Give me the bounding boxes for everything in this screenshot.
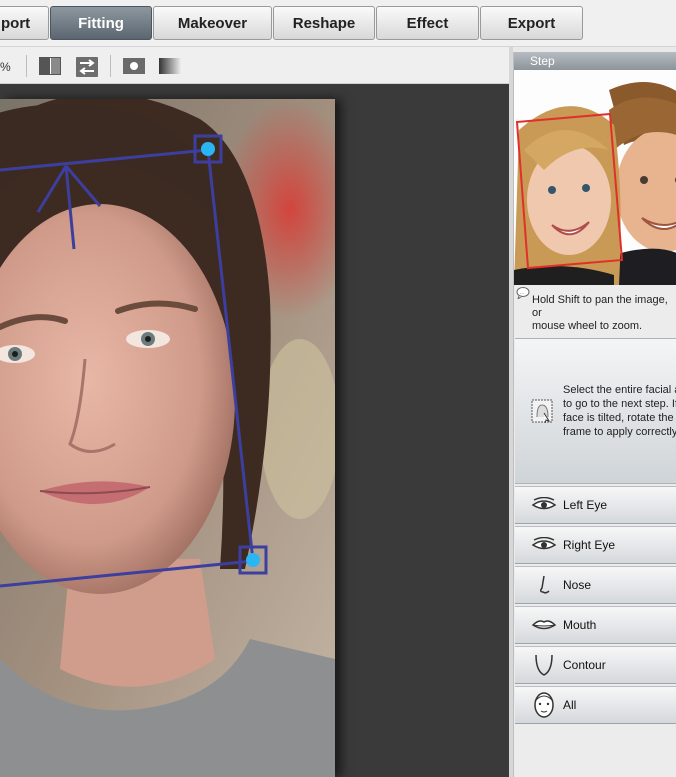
swap-icon[interactable] [76, 57, 98, 77]
rotate-handle[interactable] [193, 134, 223, 164]
gradient-icon[interactable] [159, 57, 181, 75]
face-icon [529, 690, 559, 720]
circle-mask-icon[interactable] [123, 57, 145, 75]
image-canvas[interactable] [0, 84, 509, 777]
tab-effect[interactable]: Effect [376, 6, 479, 40]
instruction-line: face is tilted, rotate the [563, 412, 674, 424]
mouth-icon [529, 610, 559, 640]
feature-label: All [563, 698, 577, 712]
feature-mouth-button[interactable]: Mouth [515, 606, 676, 644]
face-select-icon [531, 399, 553, 428]
feature-label: Nose [563, 578, 592, 592]
hint-line-2: mouse wheel to zoom. [532, 320, 643, 332]
instruction-line: Select the entire facial a [563, 384, 676, 396]
main-tab-bar: port Fitting Makeover Reshape Effect Exp… [0, 0, 676, 47]
feature-nose-button[interactable]: Nose [515, 566, 676, 604]
feature-contour-button[interactable]: Contour [515, 646, 676, 684]
instruction-line: to go to the next step. If [563, 398, 676, 410]
nose-icon [529, 570, 559, 600]
toolbar-divider [110, 55, 111, 77]
feature-label: Left Eye [563, 498, 608, 512]
hint-line-1: Hold Shift to pan the image, or [532, 294, 668, 319]
contour-icon [529, 650, 559, 680]
fitting-frame-overlay [0, 148, 255, 588]
toolbar-divider [26, 55, 27, 77]
feature-label: Right Eye [563, 538, 616, 552]
step-panel: Step ... Hold Shift to pan the image, or [513, 52, 676, 777]
feature-label: Contour [563, 658, 606, 672]
step-header: Step [514, 52, 676, 70]
zoom-level: % [0, 60, 11, 74]
feature-right-eye-button[interactable]: Right Eye [515, 526, 676, 564]
tab-export[interactable]: Export [480, 6, 583, 40]
tab-import[interactable]: port [0, 6, 49, 40]
preview-photo-render [514, 70, 676, 285]
tab-reshape[interactable]: Reshape [273, 6, 375, 40]
select-face-step[interactable]: Select the entire facial a to go to the … [515, 338, 676, 484]
step-preview-image [514, 70, 676, 285]
eye-icon [529, 490, 559, 520]
tab-fitting[interactable]: Fitting [50, 6, 152, 40]
svg-text:...: ... [520, 290, 524, 296]
navigation-hint: ... Hold Shift to pan the image, or mous… [514, 285, 676, 333]
select-instruction: Select the entire facial a to go to the … [563, 383, 676, 439]
eye-icon [529, 530, 559, 560]
view-toolbar: % [0, 47, 509, 84]
feature-left-eye-button[interactable]: Left Eye [515, 486, 676, 524]
tab-makeover[interactable]: Makeover [153, 6, 272, 40]
feature-all-button[interactable]: All [515, 686, 676, 724]
feature-label: Mouth [563, 618, 597, 632]
resize-handle[interactable] [238, 545, 268, 575]
speech-bubble-icon: ... [516, 287, 530, 299]
split-view-icon[interactable] [39, 57, 61, 75]
instruction-line: frame to apply correctly [563, 426, 676, 438]
